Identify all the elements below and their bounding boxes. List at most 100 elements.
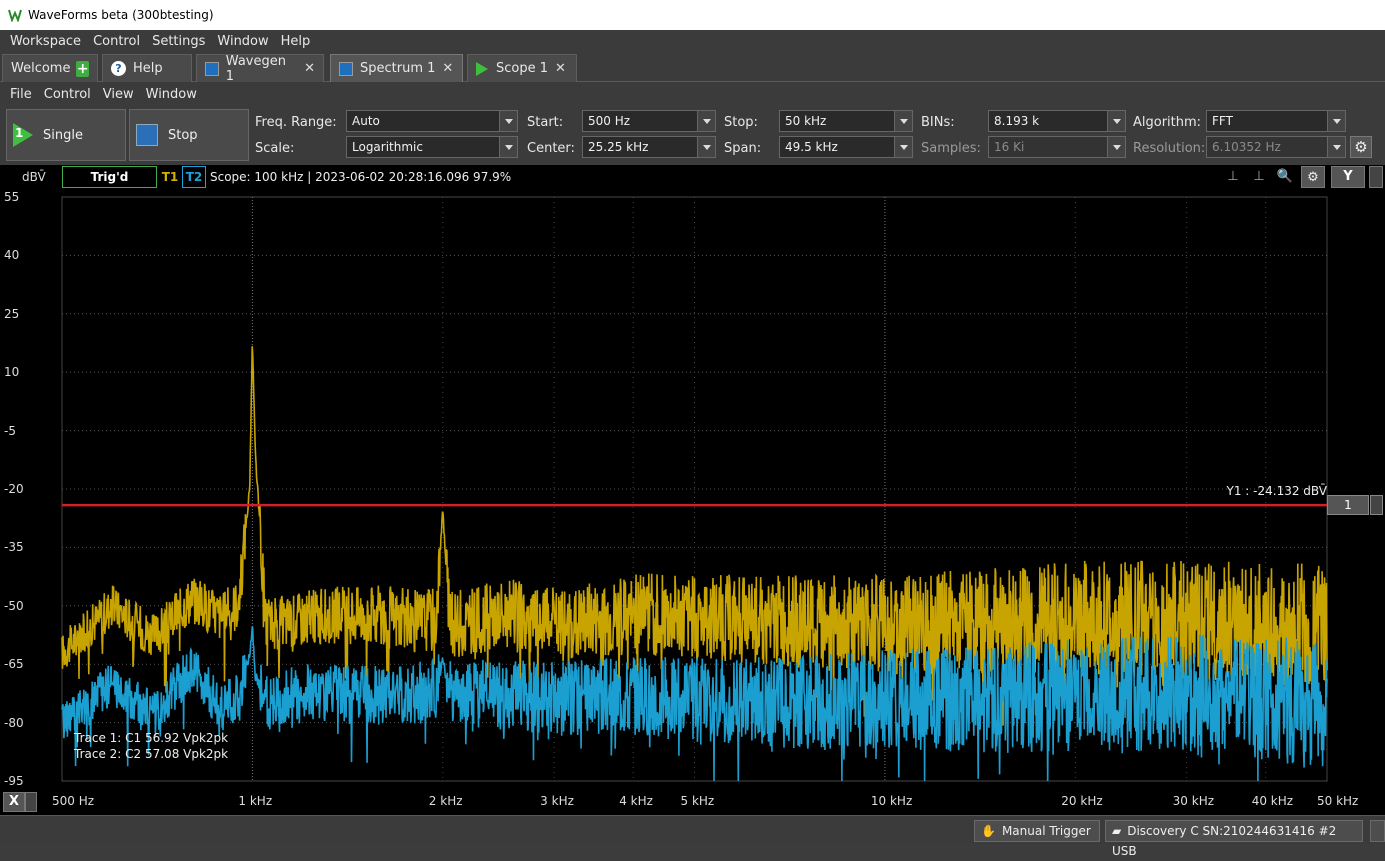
device-icon: ▰ xyxy=(1112,824,1122,838)
scope-info: Scope: 100 kHz | 2023-06-02 20:28:16.096… xyxy=(210,170,512,184)
scale-value: Logarithmic xyxy=(352,140,423,154)
instrument-menu-bar: File Control View Window xyxy=(0,82,1385,106)
chevron-down-icon xyxy=(1327,111,1345,131)
bins-input[interactable]: 8.193 k xyxy=(988,110,1126,132)
freq-range-select[interactable]: Auto xyxy=(346,110,518,132)
start-input[interactable]: 500 Hz xyxy=(582,110,716,132)
x-tick-label: 2 kHz xyxy=(428,794,463,808)
marker-button[interactable]: 1 xyxy=(1327,495,1369,515)
x-tick-label: 20 kHz xyxy=(1061,794,1103,808)
trigger-status: Trig'd xyxy=(62,166,157,188)
center-input[interactable]: 25.25 kHz xyxy=(582,136,716,158)
single-label: Single xyxy=(43,127,83,143)
chevron-down-icon xyxy=(697,137,715,157)
chevron-down-icon[interactable] xyxy=(1369,166,1383,188)
algorithm-select[interactable]: FFT xyxy=(1206,110,1346,132)
start-label: Start: xyxy=(527,115,564,130)
x-axis-button[interactable]: X xyxy=(3,792,25,812)
trace2-button[interactable]: T2 xyxy=(182,166,206,188)
x-tick-label: 10 kHz xyxy=(870,794,913,808)
samples-input: 16 Ki xyxy=(988,136,1126,158)
trace1-button[interactable]: T1 xyxy=(160,166,180,188)
device-label: Discovery C SN:210244631416 #2 USB xyxy=(1112,824,1337,858)
cursor-x-icon[interactable]: ⊥ xyxy=(1221,166,1245,188)
close-icon[interactable]: ✕ xyxy=(442,61,453,76)
x-tick-label: 40 kHz xyxy=(1251,794,1294,808)
bins-label: BINs: xyxy=(921,115,955,130)
stop-freq-input[interactable]: 50 kHz xyxy=(779,110,913,132)
chevron-down-icon[interactable] xyxy=(1370,495,1383,515)
stop-button[interactable]: Stop xyxy=(129,109,249,161)
manual-trigger-button[interactable]: ✋ Manual Trigger xyxy=(974,820,1100,842)
menu-help[interactable]: Help xyxy=(281,34,311,49)
tab-label: Scope 1 xyxy=(496,61,549,76)
x-tick-label: 3 kHz xyxy=(540,794,574,808)
algorithm-value: FFT xyxy=(1212,114,1233,128)
menu-control[interactable]: Control xyxy=(44,87,91,102)
menu-window[interactable]: Window xyxy=(146,87,197,102)
zoom-icon[interactable]: 🔍 xyxy=(1273,166,1297,188)
wavegen-icon xyxy=(205,61,219,76)
settings-icon[interactable] xyxy=(1370,820,1385,842)
scale-label: Scale: xyxy=(255,141,295,156)
cursor-y-icon[interactable]: ⊥ xyxy=(1247,166,1271,188)
tab-label: Wavegen 1 xyxy=(225,53,286,84)
menu-view[interactable]: View xyxy=(103,87,134,102)
single-number: 1 xyxy=(15,126,24,140)
menu-workspace[interactable]: Workspace xyxy=(10,34,81,49)
tab-welcome[interactable]: Welcome + xyxy=(2,54,98,82)
y-axis-button[interactable]: Y xyxy=(1331,166,1365,188)
gear-icon[interactable]: ⚙ xyxy=(1350,136,1372,158)
span-value: 49.5 kHz xyxy=(785,140,838,154)
x-tick-label: 4 kHz xyxy=(619,794,653,808)
x-tick-label: 5 kHz xyxy=(680,794,715,808)
waveforms-logo-icon xyxy=(8,9,22,22)
y-unit-label: dBV̄ xyxy=(22,170,46,184)
samples-label: Samples: xyxy=(921,141,981,156)
resolution-input: 6.10352 Hz xyxy=(1206,136,1346,158)
close-icon[interactable]: ✕ xyxy=(304,61,315,76)
spectrum-icon xyxy=(339,61,353,76)
device-button[interactable]: ▰ Discovery C SN:210244631416 #2 USB xyxy=(1105,820,1363,858)
tab-scope[interactable]: Scope 1 ✕ xyxy=(467,54,577,82)
play-icon: 1 xyxy=(13,123,33,147)
trace2-info: Trace 2: C2 57.08 Vpk2pk xyxy=(74,747,229,761)
single-button[interactable]: 1 Single xyxy=(6,109,126,161)
tab-spectrum[interactable]: Spectrum 1 ✕ xyxy=(330,54,463,82)
menu-file[interactable]: File xyxy=(10,87,32,102)
tab-label: Spectrum 1 xyxy=(360,61,436,76)
spectrum-plot[interactable]: dBV̄ Trig'd T1 T2 Scope: 100 kHz | 2023-… xyxy=(0,165,1385,815)
x-axis: X 500 Hz 1 kHz 2 kHz 3 kHz 4 kHz 5 kHz 10 kHz 2… xyxy=(0,789,1385,815)
chevron-down-icon xyxy=(499,111,517,131)
stop-freq-value: 50 kHz xyxy=(785,114,827,128)
spectrum-toolbar: 1 Single Stop Freq. Range: Auto Scale: L… xyxy=(0,106,1385,164)
spectrum-chart[interactable] xyxy=(0,189,1385,789)
menu-window[interactable]: Window xyxy=(217,34,268,49)
tab-wavegen[interactable]: Wavegen 1 ✕ xyxy=(196,53,324,84)
algorithm-label: Algorithm: xyxy=(1133,115,1202,130)
start-value: 500 Hz xyxy=(588,114,631,128)
chevron-down-icon xyxy=(697,111,715,131)
plus-icon[interactable]: + xyxy=(76,60,89,77)
trace1-info: Trace 1: C1 56.92 Vpk2pk xyxy=(74,731,229,745)
chevron-down-icon[interactable] xyxy=(25,792,37,812)
center-value: 25.25 kHz xyxy=(588,140,649,154)
gear-icon[interactable]: ⚙ xyxy=(1301,166,1325,188)
tab-label: Welcome xyxy=(11,61,71,76)
chevron-down-icon xyxy=(1327,137,1345,157)
main-menu-bar: Workspace Control Settings Window Help xyxy=(0,30,1385,52)
span-input[interactable]: 49.5 kHz xyxy=(779,136,913,158)
bins-value: 8.193 k xyxy=(994,114,1040,128)
menu-control[interactable]: Control xyxy=(93,34,140,49)
menu-settings[interactable]: Settings xyxy=(152,34,205,49)
chevron-down-icon xyxy=(894,137,912,157)
help-icon: ? xyxy=(111,61,126,76)
chevron-down-icon xyxy=(894,111,912,131)
status-bar: ✋ Manual Trigger ▰ Discovery C SN:21024463… xyxy=(0,815,1385,858)
scale-select[interactable]: Logarithmic xyxy=(346,136,518,158)
tab-help[interactable]: ? Help xyxy=(102,54,192,82)
resolution-value: 6.10352 Hz xyxy=(1212,140,1281,154)
close-icon[interactable]: ✕ xyxy=(555,61,566,76)
span-label: Span: xyxy=(724,141,762,156)
freq-range-value: Auto xyxy=(352,114,380,128)
